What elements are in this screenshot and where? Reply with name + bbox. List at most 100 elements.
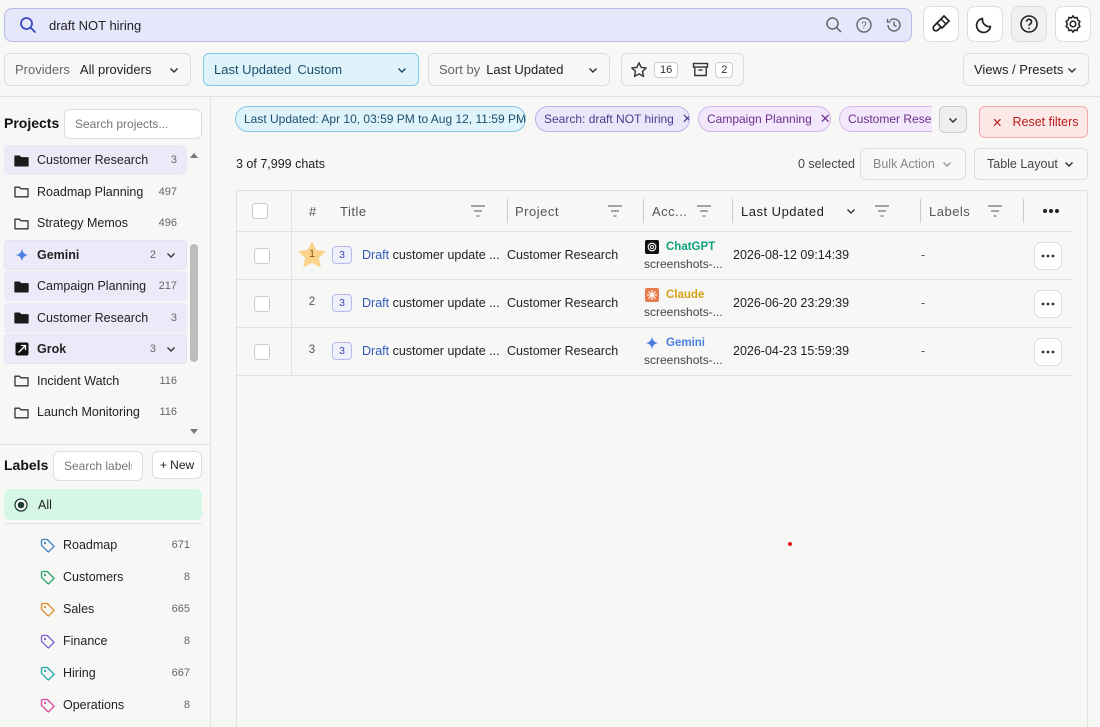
chip-last-updated[interactable]: Last Updated: Apr 10, 03:59 PM to Aug 12…: [235, 106, 526, 132]
moon-icon: [975, 14, 995, 34]
column-separator[interactable]: [732, 199, 733, 223]
project-count: 116: [159, 374, 177, 387]
projects-scroll-thumb[interactable]: [190, 244, 198, 362]
more-horizontal-icon: [1041, 350, 1055, 354]
providers-select[interactable]: Providers All providers: [4, 53, 191, 86]
project-name: Customer Research: [37, 310, 149, 325]
filter-icon[interactable]: [987, 204, 1003, 218]
sidebar-project-item[interactable]: Gemini 2: [4, 239, 187, 270]
sidebar-project-item[interactable]: Launch Monitoring 116: [4, 397, 187, 427]
sort-value: Last Updated: [486, 62, 564, 77]
radio-selected-icon: [14, 497, 28, 512]
row-checkbox[interactable]: [254, 296, 270, 312]
account-name: screenshots-...: [644, 257, 723, 271]
project-count: 496: [158, 217, 177, 229]
project-name: Launch Monitoring: [37, 405, 140, 419]
archived-filter[interactable]: 2: [692, 61, 734, 78]
chat-title[interactable]: Draft customer update ...: [362, 296, 502, 310]
row-number: 2: [308, 296, 316, 308]
sidebar-label-item[interactable]: Sales 665: [40, 595, 200, 623]
close-icon[interactable]: ✕: [820, 111, 830, 127]
chevron-down-icon[interactable]: [166, 250, 176, 260]
sort-select[interactable]: Sort by Last Updated: [428, 53, 610, 86]
provider-badge: ChatGPT: [645, 240, 715, 254]
sidebar-project-item[interactable]: Incident Watch 116: [4, 366, 187, 396]
provider-name: Claude: [666, 289, 705, 301]
row-checkbox[interactable]: [254, 344, 270, 360]
row-number: 3: [308, 344, 316, 356]
tag-icon: [40, 570, 55, 585]
column-header-account[interactable]: Acc...: [652, 190, 732, 232]
chat-title[interactable]: Draft customer update ...: [362, 248, 502, 262]
column-header-labels[interactable]: Labels: [929, 190, 1023, 232]
reset-filters-button[interactable]: ✕ Reset filters: [979, 106, 1088, 138]
chat-title[interactable]: Draft customer update ...: [362, 344, 502, 358]
sidebar-label-item[interactable]: Hiring 667: [40, 659, 200, 687]
sidebar-project-item[interactable]: Roadmap Planning 497: [4, 177, 187, 207]
table-layout-button[interactable]: Table Layout: [974, 148, 1088, 180]
sidebar-label-item[interactable]: Finance 8: [40, 627, 200, 655]
sidebar-label-item[interactable]: Operations 8: [40, 691, 200, 719]
project-name: Customer Research: [37, 153, 149, 167]
search-input[interactable]: [49, 17, 825, 33]
select-all-checkbox[interactable]: [252, 203, 268, 219]
labels-search-input[interactable]: [53, 451, 143, 481]
project-count: 217: [158, 280, 177, 292]
dark-mode-button[interactable]: [967, 6, 1003, 42]
chevron-down-icon: [396, 64, 408, 76]
new-label-button[interactable]: + New: [152, 451, 202, 479]
filter-icon[interactable]: [874, 204, 890, 218]
filter-icon[interactable]: [607, 204, 623, 218]
filter-icon[interactable]: [470, 204, 486, 218]
column-separator[interactable]: [643, 199, 644, 223]
search-history-icon[interactable]: [885, 16, 903, 34]
sidebar-project-item[interactable]: Campaign Planning 217: [4, 271, 187, 301]
providers-value: All providers: [79, 62, 152, 77]
search-submit-icon[interactable]: [825, 16, 843, 34]
chip-campaign-planning[interactable]: Campaign Planning ✕: [698, 106, 831, 132]
sidebar-project-item[interactable]: Grok 3: [4, 334, 187, 364]
row-actions-button[interactable]: [1034, 242, 1062, 270]
project-count: 3: [149, 343, 156, 355]
settings-button[interactable]: [1055, 6, 1091, 42]
label-count: 667: [171, 667, 190, 679]
search-bar[interactable]: ?: [4, 8, 912, 42]
projects-search-input[interactable]: [64, 109, 202, 139]
close-icon[interactable]: ✕: [682, 111, 689, 127]
column-options-button[interactable]: [1042, 190, 1060, 232]
search-help-icon[interactable]: ?: [855, 16, 873, 34]
sidebar-label-item[interactable]: Roadmap 671: [40, 531, 200, 559]
column-header-project[interactable]: Project: [515, 190, 643, 232]
row-labels: -: [921, 296, 926, 310]
column-separator[interactable]: [507, 199, 508, 223]
column-header-updated[interactable]: Last Updated: [741, 190, 921, 232]
label-all[interactable]: All: [4, 489, 202, 520]
chips-expand-button[interactable]: [939, 106, 967, 133]
sidebar-label-item[interactable]: Customers 8: [40, 563, 200, 591]
chevron-down-icon: [1066, 64, 1078, 76]
chip-customer-research[interactable]: Customer Research: [839, 106, 932, 132]
chip-search[interactable]: Search: draft NOT hiring ✕: [535, 106, 690, 132]
filter-icon[interactable]: [696, 204, 712, 218]
svg-text:?: ?: [861, 21, 867, 32]
row-actions-button[interactable]: [1034, 290, 1062, 318]
sidebar-project-item[interactable]: Customer Research 3: [4, 302, 187, 333]
sort-desc-icon[interactable]: [846, 206, 856, 216]
bulk-action-button[interactable]: Bulk Action: [860, 148, 966, 180]
sidebar-project-item[interactable]: Customer Research 3: [4, 145, 187, 175]
help-button[interactable]: [1011, 6, 1047, 42]
starred-filter[interactable]: 16: [630, 61, 679, 79]
column-separator[interactable]: [920, 199, 921, 223]
theme-brush-button[interactable]: [923, 6, 959, 42]
tag-icon: [40, 538, 55, 553]
chevron-down-icon[interactable]: [166, 344, 176, 354]
sidebar-project-item[interactable]: Strategy Memos 496: [4, 208, 187, 238]
last-updated-select[interactable]: Last Updated Custom: [203, 53, 419, 86]
column-header-title[interactable]: Title: [340, 190, 506, 232]
row-actions-button[interactable]: [1034, 338, 1062, 366]
views-presets-select[interactable]: Views / Presets: [963, 53, 1089, 86]
label-name: Roadmap: [63, 538, 118, 552]
project-name: Incident Watch: [37, 373, 120, 388]
column-separator[interactable]: [1023, 199, 1024, 223]
row-checkbox[interactable]: [254, 248, 270, 264]
